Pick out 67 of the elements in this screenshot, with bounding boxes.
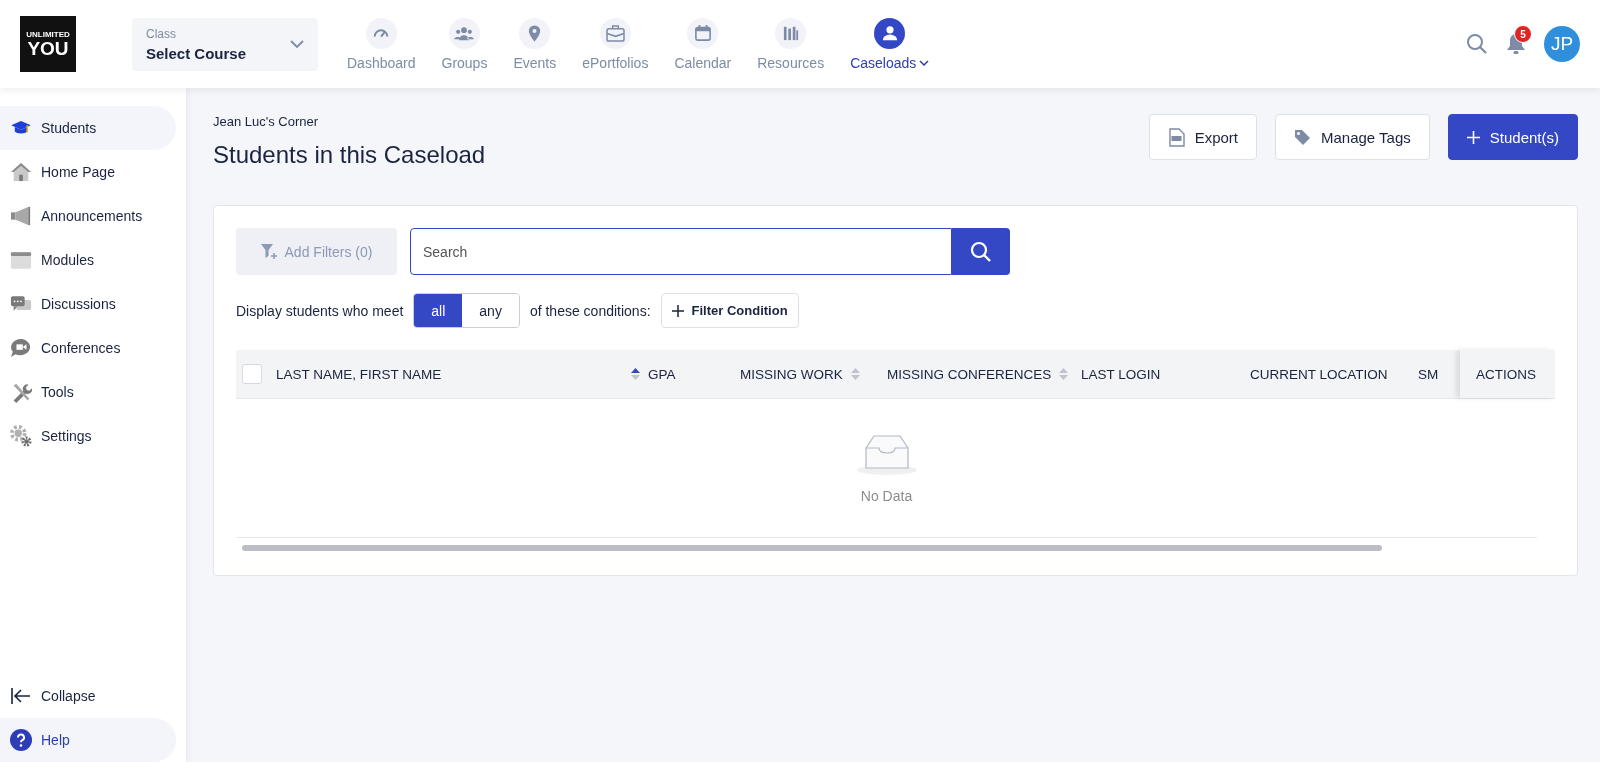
- nav-item[interactable]: ePortfolios: [569, 17, 662, 71]
- help-link[interactable]: Help: [0, 718, 176, 762]
- sidebar-item[interactable]: Tools: [0, 370, 176, 414]
- sidebar-item[interactable]: Settings: [0, 414, 176, 458]
- column-header: GPA: [648, 366, 677, 382]
- condition-label: Display students who meet: [236, 302, 404, 319]
- column-header[interactable]: LAST NAME, FIRST NAME: [276, 366, 648, 382]
- select-all-checkbox[interactable]: [242, 364, 262, 384]
- column-header[interactable]: MISSING CONFERENCES: [887, 366, 1081, 382]
- search-icon[interactable]: [1466, 33, 1488, 55]
- plus-icon: [1466, 130, 1480, 144]
- course-select[interactable]: Class Select Course: [132, 17, 318, 71]
- manage-tags-button[interactable]: Manage Tags: [1275, 114, 1430, 160]
- search-icon: [970, 240, 992, 263]
- sidebar-item[interactable]: Announcements: [0, 194, 176, 238]
- plus-icon: [671, 304, 684, 317]
- sidebar-item[interactable]: Students: [0, 106, 176, 150]
- filter-condition-button[interactable]: Filter Condition: [660, 293, 799, 328]
- export-button[interactable]: Export: [1148, 114, 1257, 160]
- search-button[interactable]: [952, 228, 1010, 275]
- sidebar-item[interactable]: Modules: [0, 238, 176, 282]
- sidebar-item[interactable]: Conferences: [0, 326, 176, 370]
- collapse-icon: [10, 687, 32, 705]
- search-field[interactable]: Search: [410, 228, 952, 275]
- folder-icon: [10, 250, 32, 270]
- match-option[interactable]: all: [414, 294, 463, 327]
- nav-item[interactable]: Resources: [744, 17, 838, 71]
- breadcrumb[interactable]: Jean Luc's Corner: [213, 114, 486, 129]
- nav-item[interactable]: Calendar: [661, 17, 745, 71]
- chevron-down-icon: [290, 39, 304, 49]
- select-label: Class: [146, 26, 177, 41]
- settings-icon: [10, 425, 32, 447]
- select-value: Select Course: [146, 44, 247, 62]
- graduation-cap-icon: [10, 120, 32, 136]
- add-student-button[interactable]: Student(s): [1447, 114, 1578, 160]
- logo: UNLIMITED YOU: [20, 16, 76, 72]
- horizontal-scrollbar[interactable]: [242, 545, 1382, 551]
- column-header: LAST LOGIN: [1081, 366, 1162, 382]
- person-icon: [881, 25, 898, 41]
- column-header: CURRENT LOCATION: [1250, 366, 1389, 382]
- briefcase-icon: [605, 24, 625, 42]
- column-header[interactable]: MISSING WORK: [740, 366, 887, 382]
- nav-item[interactable]: Groups: [428, 17, 501, 71]
- column-header: ACTIONS: [1460, 350, 1555, 398]
- map-pin-icon: [528, 24, 542, 42]
- empty-inbox-icon: [855, 432, 918, 476]
- nav-item[interactable]: Caseloads: [837, 17, 943, 71]
- nav-item[interactable]: Dashboard: [334, 17, 429, 71]
- page-title: Students in this Caseload: [213, 141, 486, 169]
- sidebar-item[interactable]: Home Page: [0, 150, 176, 194]
- nav-item[interactable]: Events: [500, 17, 570, 71]
- condition-label: of these conditions:: [529, 302, 651, 319]
- people-icon: [454, 24, 475, 42]
- video-chat-icon: [10, 338, 32, 358]
- column-header: SM: [1418, 366, 1440, 382]
- collapse-button[interactable]: Collapse: [0, 674, 176, 718]
- sidebar-item[interactable]: Discussions: [0, 282, 176, 326]
- help-icon: [10, 729, 32, 751]
- filter-icon: [260, 244, 277, 259]
- calendar-icon: [694, 25, 711, 41]
- csv-file-icon: [1167, 127, 1185, 147]
- megaphone-icon: [10, 206, 32, 226]
- tag-icon: [1294, 128, 1311, 146]
- house-icon: [10, 162, 32, 182]
- books-icon: [782, 25, 799, 41]
- empty-message: No Data: [860, 488, 913, 504]
- notification-badge: 5: [1514, 25, 1532, 43]
